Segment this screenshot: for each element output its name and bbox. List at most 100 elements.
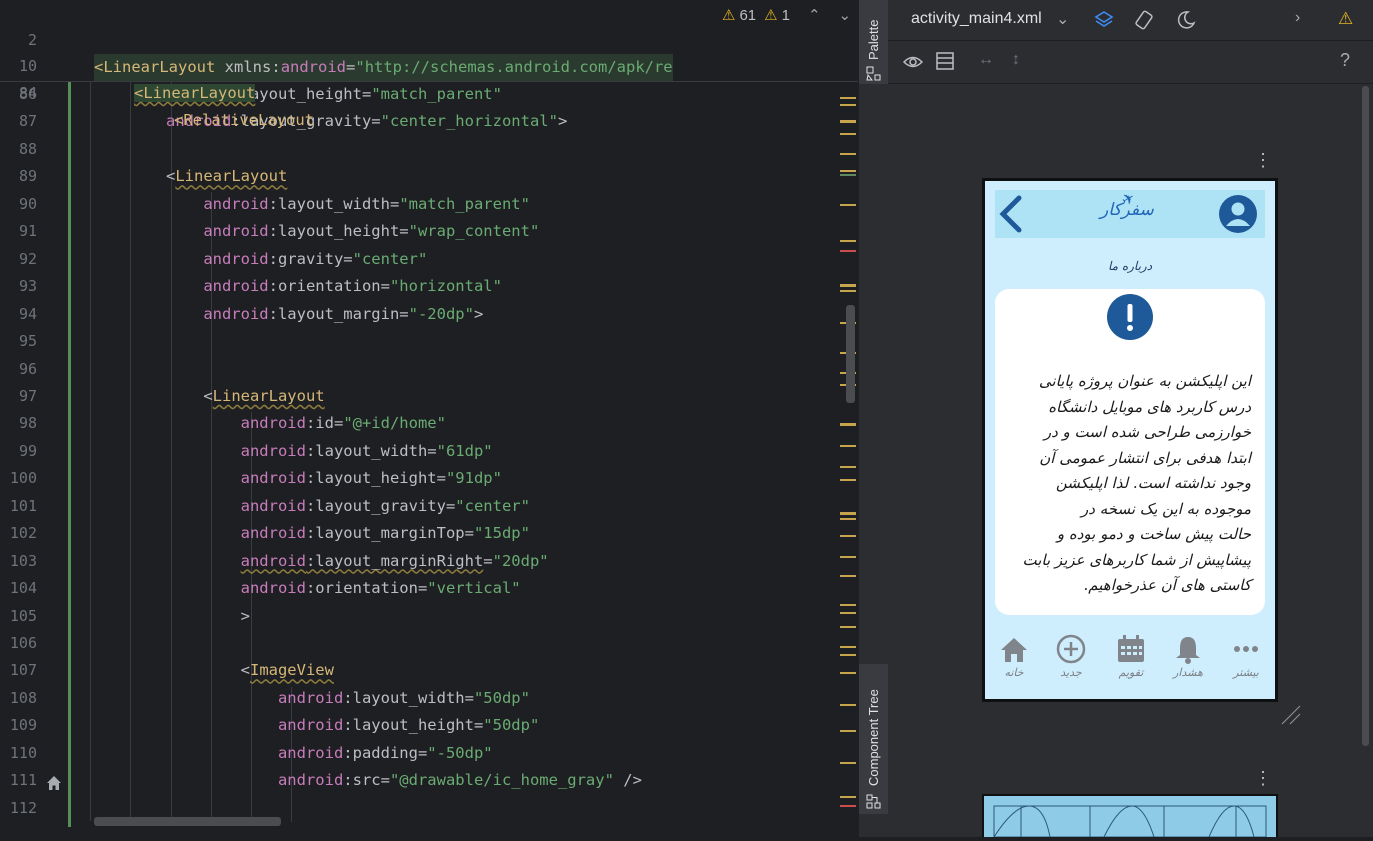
line-number: 104 [9,579,37,598]
warning-stripe-mark[interactable] [840,479,856,481]
code-text: android:layout_height="wrap_content" [203,222,540,241]
warning-stripe-mark[interactable] [840,730,856,732]
code-text: android:id="@+id/home" [240,414,446,433]
sticky-line[interactable]: 2 <LinearLayout xmlns:android="http://sc… [0,0,836,81]
app-toolbar: سفرکار ✈ [995,188,1265,238]
weak-warning-icon: ⚠ [764,7,778,24]
chevron-down-icon[interactable]: ⌄ [839,6,852,24]
warning-stripe-mark[interactable] [840,512,856,515]
home-gutter-icon[interactable] [46,775,62,791]
warning-stripe-mark[interactable] [840,646,856,648]
warning-stripe-mark[interactable] [840,466,856,468]
line-number: 101 [9,496,37,515]
warning-stripe-mark[interactable] [840,97,856,99]
error-stripe-mark[interactable] [840,250,856,252]
line-number: 90 [18,194,37,213]
warning-stripe-mark[interactable] [840,704,856,706]
sticky-line[interactable]: 84 <RelativeLayout [0,53,314,129]
sticky-lines-header[interactable]: 2 <LinearLayout xmlns:android="http://sc… [0,0,858,129]
warning-stripe-mark[interactable] [840,284,856,287]
about-text-line: وجود نداشته است. لذا اپلیکشن [1055,474,1251,492]
warning-icon: ⚠ [722,7,736,24]
warning-icon[interactable]: ⚠ [1338,9,1353,29]
warning-stripe-mark[interactable] [840,556,856,558]
warning-stripe-mark[interactable] [840,575,856,577]
nav-calendar[interactable]: تقویم [1102,629,1160,679]
component-tree-icon [866,794,881,809]
error-stripe[interactable] [836,0,858,837]
info-stripe-mark[interactable] [840,174,856,176]
warning-stripe-mark[interactable] [840,104,856,106]
device-preview[interactable]: سفرکار ✈ درباره ما این اپلیکشن به عنوان … [982,178,1278,702]
help-icon[interactable]: ? [1340,50,1350,71]
palette-label: Palette [866,19,881,60]
warning-stripe-mark[interactable] [840,240,856,242]
warning-stripe-mark[interactable] [840,423,856,426]
about-text-line: پیشاپیش از شما کاربرهای عزیز بابت [1022,550,1252,569]
warning-stripe-mark[interactable] [840,518,856,520]
canvas-scrollbar[interactable] [1360,84,1370,837]
profile-avatar-icon[interactable] [1219,195,1257,233]
palette-icon [866,66,881,81]
warning-stripe-mark[interactable] [840,535,856,537]
error-stripe-mark[interactable] [840,805,856,807]
nav-more[interactable]: بیشتر [1217,629,1275,679]
chevron-right-icon[interactable]: › [1295,9,1300,27]
orientation-icon[interactable] [1134,10,1154,30]
line-number: 93 [18,277,37,296]
resize-horizontal-icon[interactable]: ↔ [978,51,994,69]
nav-alerts[interactable]: هشدار [1159,629,1217,679]
warning-stripe-mark[interactable] [840,133,856,135]
warning-stripe-mark[interactable] [840,170,856,172]
code-text: android:layout_margin="-20dp"> [203,304,484,323]
nav-label: جدید [1060,666,1082,679]
chevron-up-icon[interactable]: ⌃ [808,6,821,24]
more-options-icon[interactable]: ⋮ [1254,150,1272,171]
line-number: 103 [9,551,37,570]
resize-vertical-icon[interactable]: ↕ [1012,51,1020,69]
app-screen: سفرکار ✈ درباره ما این اپلیکشن به عنوان … [985,181,1275,699]
about-text-line: حالت پیش ساخت و دمو بوده و [1056,525,1251,543]
nav-new[interactable]: جدید [1042,629,1100,679]
file-selector[interactable]: activity_main4.xml [911,10,1042,28]
nav-home[interactable]: خانه [985,629,1043,679]
horizontal-scroll-thumb[interactable] [94,817,281,826]
warning-stripe-mark[interactable] [840,604,856,606]
warning-stripe-mark[interactable] [840,796,856,798]
design-subtoolbar: ↔ ↕ ? [888,41,1373,84]
component-tree-tab[interactable]: Component Tree [859,664,889,814]
warning-stripe-mark[interactable] [840,672,856,674]
warning-stripe-mark[interactable] [840,626,856,628]
warning-stripe-mark[interactable] [840,612,856,614]
more-options-icon[interactable]: ⋮ [1254,768,1272,789]
warning-stripe-mark[interactable] [840,762,856,764]
line-number: 95 [18,332,37,351]
about-text-line: درس کاربرد های موبایل دانشگاه [1048,397,1251,416]
warning-stripe-mark[interactable] [840,290,856,292]
chevron-down-icon[interactable]: ⌄ [1056,9,1069,29]
layout-grid-icon[interactable] [936,52,954,70]
eye-icon[interactable] [903,53,923,71]
resize-handle-icon[interactable] [1280,704,1302,726]
design-canvas[interactable]: ⋮ سفرکار ✈ درباره ما این اپلیکشن به عنوا… [888,84,1373,838]
layers-icon[interactable] [1094,10,1114,30]
warning-stripe-mark[interactable] [840,153,856,155]
back-arrow-icon[interactable] [997,194,1025,234]
nav-label: بیشتر [1233,666,1259,679]
code-text: android:orientation="horizontal" [203,277,502,296]
weak-warning-count: 1 [781,6,790,24]
sticky-line[interactable]: 10 <LinearLayout [0,26,256,102]
nav-label: خانه [1004,666,1024,679]
warning-stripe-mark[interactable] [840,445,856,447]
vertical-scroll-thumb[interactable] [846,305,855,403]
warning-stripe-mark[interactable] [840,204,856,206]
palette-tab[interactable]: Palette [859,0,889,84]
warning-stripe-mark[interactable] [840,654,856,656]
line-number: 91 [18,222,37,241]
night-mode-icon[interactable] [1176,10,1196,30]
warning-stripe-mark[interactable] [840,120,856,123]
code-text: android:orientation="vertical" [240,579,521,598]
blueprint-preview[interactable] [982,794,1278,838]
code-editor[interactable]: 86 android:layout_height="match_parent"8… [0,0,858,837]
inspection-widget[interactable]: ⚠ 61 ⚠ 1 ⌃ ⌄ [722,5,851,25]
